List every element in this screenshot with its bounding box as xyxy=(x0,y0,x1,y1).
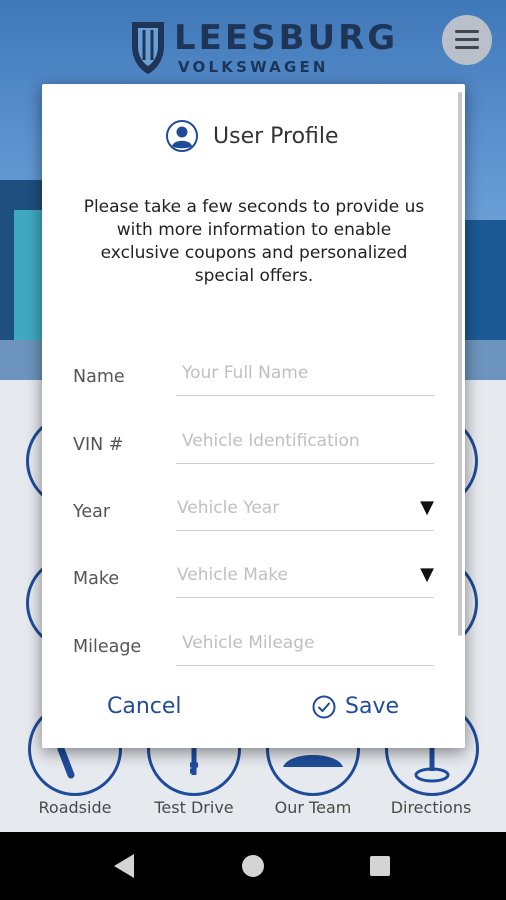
user-profile-dialog: User Profile Please take a few seconds t… xyxy=(42,84,465,748)
year-select[interactable]: Vehicle Year ▼ xyxy=(176,485,434,531)
year-placeholder: Vehicle Year xyxy=(177,498,280,518)
dialog-title-text: User Profile xyxy=(213,123,339,149)
user-circle-icon xyxy=(166,120,198,152)
vin-placeholder: Vehicle Identification xyxy=(182,431,360,451)
dialog-intro-text: Please take a few seconds to provide us … xyxy=(83,197,425,286)
recents-icon[interactable] xyxy=(370,856,390,876)
home-icon[interactable] xyxy=(242,855,264,877)
dialog-actions: Cancel Save xyxy=(42,688,465,728)
mileage-label: Mileage xyxy=(73,637,142,657)
system-nav-bar xyxy=(0,832,506,900)
name-label: Name xyxy=(73,367,125,387)
make-placeholder: Vehicle Make xyxy=(177,565,288,585)
triangle-down-icon: ▼ xyxy=(420,564,434,585)
vin-label: VIN # xyxy=(73,435,124,455)
mileage-row: Mileage Vehicle Mileage xyxy=(42,620,465,670)
cancel-button[interactable]: Cancel xyxy=(107,694,182,719)
year-label: Year xyxy=(73,502,111,522)
back-icon[interactable] xyxy=(114,854,134,878)
dialog-title: User Profile xyxy=(166,120,339,152)
make-row: Make Vehicle Make ▼ xyxy=(42,552,465,602)
save-button[interactable]: Save xyxy=(312,694,399,719)
name-placeholder: Your Full Name xyxy=(182,363,309,383)
year-row: Year Vehicle Year ▼ xyxy=(42,485,465,535)
triangle-down-icon: ▼ xyxy=(420,497,434,518)
dialog-scrollbar[interactable] xyxy=(458,92,462,636)
vin-row: VIN # Vehicle Identification xyxy=(42,418,465,468)
make-select[interactable]: Vehicle Make ▼ xyxy=(176,552,434,598)
name-row: Name Your Full Name xyxy=(42,350,465,400)
save-label: Save xyxy=(345,694,400,719)
name-field[interactable]: Your Full Name xyxy=(176,350,434,396)
mileage-placeholder: Vehicle Mileage xyxy=(182,633,315,653)
vin-field[interactable]: Vehicle Identification xyxy=(176,418,434,464)
check-circle-icon xyxy=(312,695,336,718)
mileage-field[interactable]: Vehicle Mileage xyxy=(176,620,434,666)
make-label: Make xyxy=(73,569,120,589)
